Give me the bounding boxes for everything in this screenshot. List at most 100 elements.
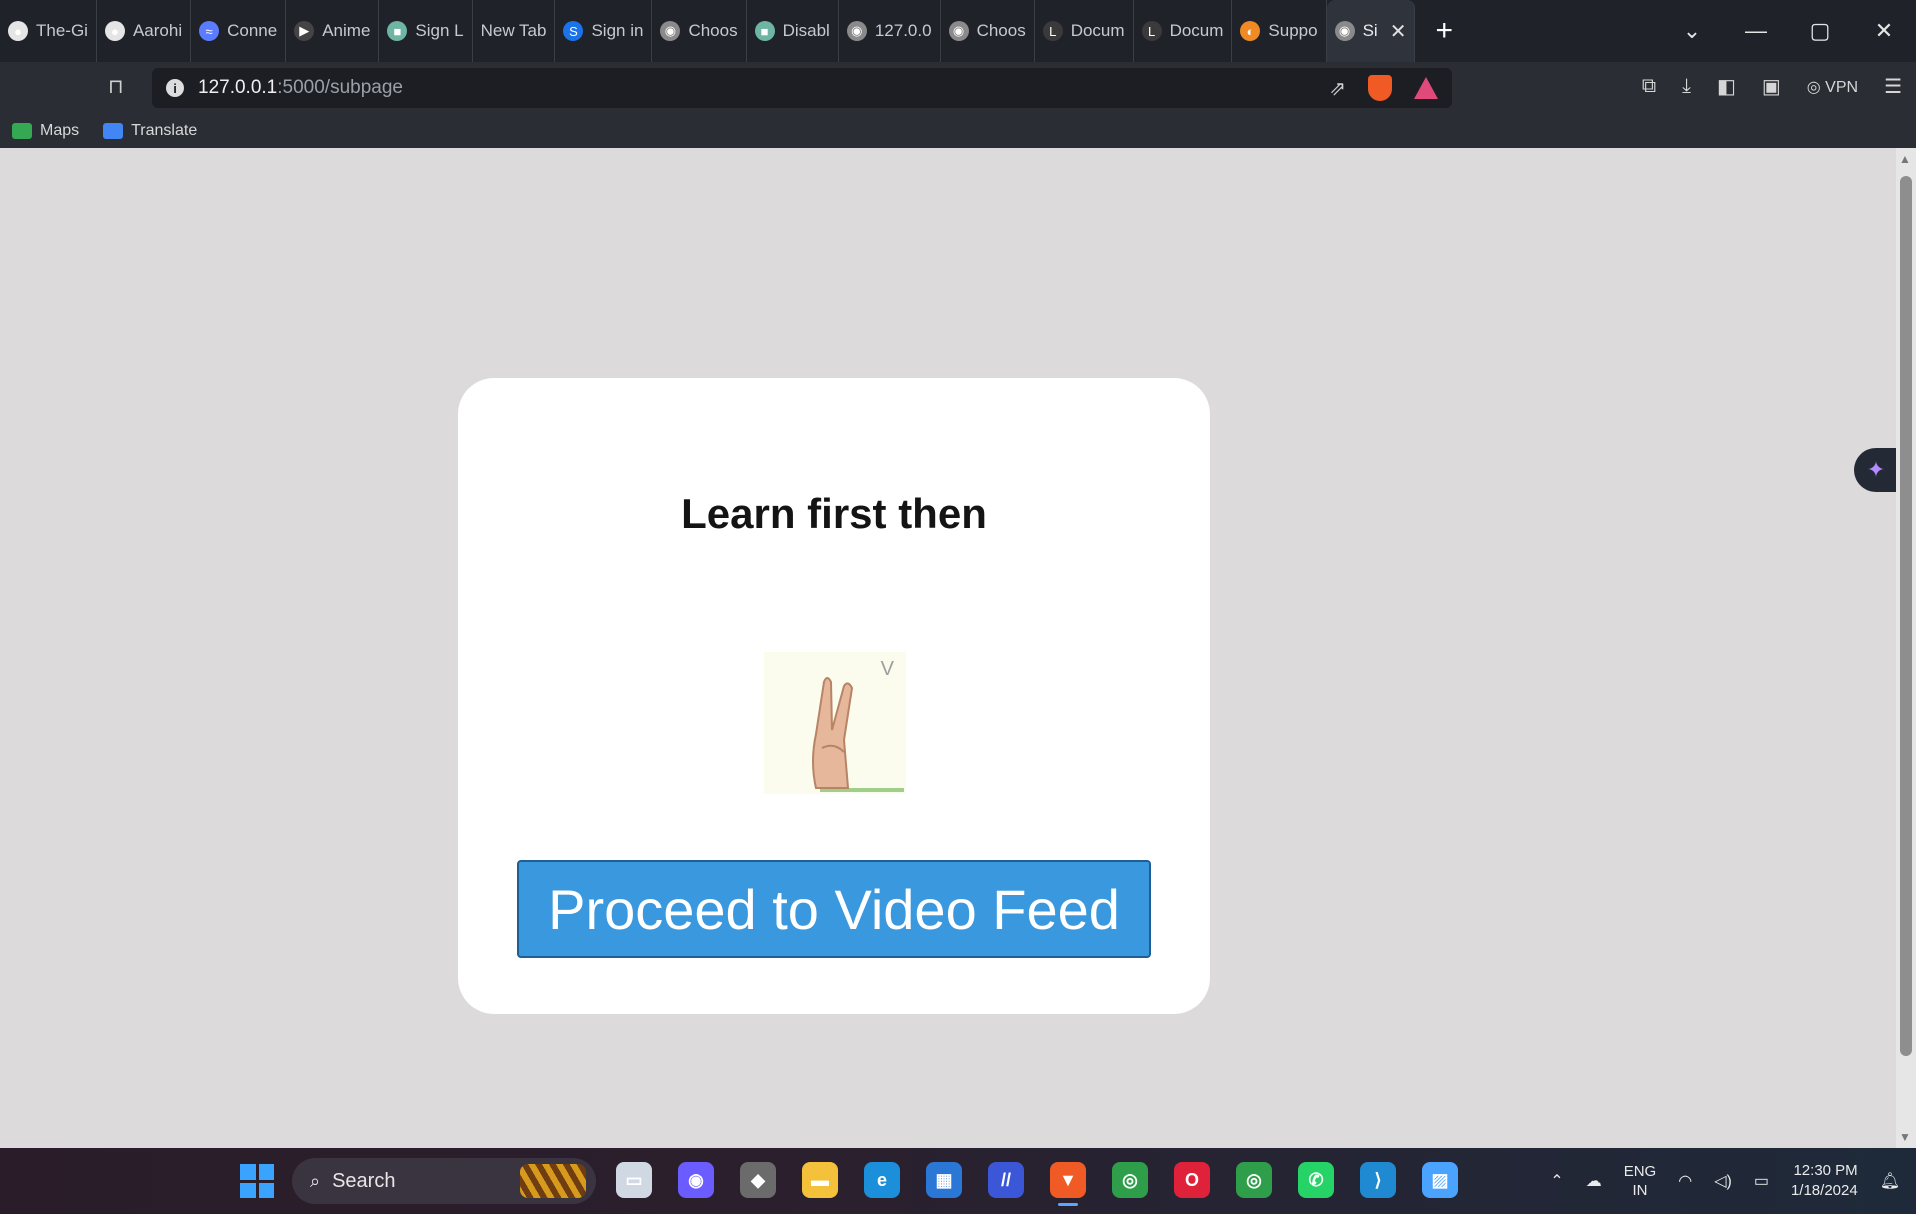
new-tab-button[interactable]: + bbox=[1415, 14, 1473, 48]
browser-tab[interactable]: ▶ Anime bbox=[286, 0, 380, 62]
bookmark-item[interactable]: Translate bbox=[103, 122, 197, 140]
tab-favicon-icon: ◉ bbox=[846, 21, 867, 41]
browser-toolbar: ⧉ ⤓ ◧ ▣ ◎ VPN ☰ bbox=[1642, 74, 1902, 99]
vpn-button[interactable]: ◎ VPN bbox=[1807, 77, 1858, 97]
sidebar-icon[interactable]: ◧ bbox=[1717, 74, 1736, 99]
show-hidden-icons[interactable]: ⌃ bbox=[1550, 1171, 1563, 1191]
browser-tab[interactable]: ◐ Suppo bbox=[1232, 0, 1327, 62]
tab-label: 127.0.0 bbox=[874, 21, 932, 40]
taskbar-app-chrome-icon[interactable]: ◎ bbox=[1112, 1162, 1148, 1198]
volume-icon[interactable]: ◁) bbox=[1714, 1171, 1732, 1191]
browser-tab[interactable]: L Docum bbox=[1035, 0, 1134, 62]
clock-date: 1/18/2024 bbox=[1790, 1182, 1858, 1199]
browser-tab[interactable]: ◉ Choos bbox=[652, 0, 747, 62]
tab-favicon-icon: ◉ bbox=[660, 21, 681, 41]
omnibox-actions: ⇗ bbox=[1329, 75, 1438, 101]
maximize-button[interactable]: ▢ bbox=[1788, 18, 1852, 44]
tab-label: Si bbox=[1362, 21, 1378, 40]
bookmarks-bar: Maps Translate bbox=[0, 114, 1916, 148]
tab-label: Anime bbox=[322, 21, 371, 40]
notification-bell-icon[interactable]: 🔔︎ bbox=[1880, 1171, 1900, 1191]
taskbar-search-label: Search bbox=[332, 1169, 396, 1192]
browser-tab-active[interactable]: ◉ Si ✕ bbox=[1326, 0, 1416, 62]
battery-icon[interactable]: ▭ bbox=[1754, 1171, 1769, 1191]
minimize-button[interactable]: — bbox=[1724, 18, 1788, 44]
start-button[interactable] bbox=[240, 1164, 274, 1198]
tab-favicon-icon: ▶ bbox=[294, 21, 315, 41]
brave-rewards-icon[interactable] bbox=[1414, 77, 1438, 99]
taskbar-app-chrome-profile-icon[interactable]: ◎ bbox=[1236, 1162, 1272, 1198]
tab-label: Sign in bbox=[591, 21, 644, 40]
browser-tab-bar: ● The-Gi ● Aarohi ≈ Conne ▶ Anime ■ Sign L New Tab… bbox=[0, 0, 1916, 62]
tab-label: Suppo bbox=[1268, 21, 1318, 40]
share-icon[interactable]: ⇗ bbox=[1329, 76, 1346, 101]
taskbar-app-app-blue-icon[interactable]: // bbox=[988, 1162, 1024, 1198]
wifi-icon[interactable]: ◠ bbox=[1678, 1171, 1692, 1191]
taskbar-app-edge-icon[interactable]: e bbox=[864, 1162, 900, 1198]
wallet-icon[interactable]: ▣ bbox=[1762, 74, 1781, 99]
taskbar-app-photos-icon[interactable]: ▨ bbox=[1422, 1162, 1458, 1198]
browser-tab[interactable]: ● Aarohi bbox=[97, 0, 192, 62]
browser-tab[interactable]: L Docum bbox=[1134, 0, 1233, 62]
scroll-up-icon[interactable]: ▲ bbox=[1899, 152, 1911, 166]
brave-shields-icon[interactable] bbox=[1368, 75, 1392, 101]
taskbar-search[interactable]: ⌕ Search bbox=[292, 1158, 596, 1204]
bookmark-label: Translate bbox=[131, 122, 198, 139]
sign-v-image: V bbox=[764, 652, 906, 794]
scroll-down-icon[interactable]: ▼ bbox=[1899, 1130, 1911, 1144]
browser-tab[interactable]: ■ Sign L bbox=[379, 0, 473, 62]
extensions-icon[interactable]: ⧉ bbox=[1642, 75, 1656, 98]
taskbar-app-meet-icon[interactable]: ◉ bbox=[678, 1162, 714, 1198]
tab-favicon-icon: ● bbox=[8, 21, 28, 41]
url-host: 127.0.0.1 bbox=[198, 77, 278, 98]
tab-label: New Tab bbox=[480, 21, 547, 40]
tab-favicon-icon: ◉ bbox=[1334, 21, 1355, 41]
taskbar-app-explorer-icon[interactable]: ▬ bbox=[802, 1162, 838, 1198]
tab-favicon-icon: L bbox=[1042, 21, 1063, 41]
tab-label: Aarohi bbox=[132, 21, 183, 40]
bookmark-icon[interactable]: ⊓ bbox=[108, 74, 124, 99]
tab-label: Choos bbox=[976, 21, 1026, 40]
taskbar-app-opera-icon[interactable]: O bbox=[1174, 1162, 1210, 1198]
windows-taskbar: ⌕ Search ▭ ◉ ◆ ▬ e ▦ // ▼ ◎ O ◎ ✆ ⟩ ▨ ⌃ ☁ ENG IN ◠ ◁)… bbox=[0, 1148, 1916, 1214]
browser-tab[interactable]: S Sign in bbox=[555, 0, 653, 62]
tab-label: Disabl bbox=[782, 21, 830, 40]
taskbar-app-brave-icon[interactable]: ▼ bbox=[1050, 1162, 1086, 1206]
tab-dropdown-icon[interactable]: ⌄ bbox=[1660, 18, 1724, 44]
search-icon: ⌕ bbox=[310, 1170, 321, 1191]
url-path: :5000/subpage bbox=[277, 77, 403, 98]
browser-tab[interactable]: ■ Disabl bbox=[747, 0, 839, 62]
taskbar-app-vscode-icon[interactable]: ⟩ bbox=[1360, 1162, 1396, 1198]
browser-tab[interactable]: ● The-Gi bbox=[0, 0, 97, 62]
browser-tab[interactable]: ◉ Choos bbox=[941, 0, 1035, 62]
ai-assistant-icon[interactable]: ✦ bbox=[1854, 448, 1898, 492]
site-info-icon[interactable]: i bbox=[166, 79, 184, 97]
tab-favicon-icon: L bbox=[1141, 21, 1162, 41]
taskbar-app-task-view-icon[interactable]: ▭ bbox=[616, 1162, 652, 1198]
onedrive-icon[interactable]: ☁ bbox=[1586, 1171, 1602, 1191]
taskbar-app-store-icon[interactable]: ▦ bbox=[926, 1162, 962, 1198]
tab-label: Sign L bbox=[415, 21, 464, 40]
page-viewport: Learn first then V Proceed to Video Feed bbox=[0, 148, 1896, 1148]
browser-tab[interactable]: ◉ 127.0.0 bbox=[839, 0, 941, 62]
menu-icon[interactable]: ☰ bbox=[1884, 74, 1902, 99]
clock[interactable]: 12:30 PM 1/18/2024 bbox=[1791, 1161, 1858, 1201]
taskbar-app-copilot-icon[interactable]: ◆ bbox=[740, 1162, 776, 1198]
taskbar-app-whatsapp-icon[interactable]: ✆ bbox=[1298, 1162, 1334, 1198]
address-bar: ⊓ i 127.0.0.1:5000/subpage ⇗ ⧉ ⤓ ◧ ▣ ◎ V… bbox=[0, 62, 1916, 114]
bookmark-item[interactable]: Maps bbox=[12, 122, 79, 140]
url-field[interactable]: i 127.0.0.1:5000/subpage ⇗ bbox=[152, 68, 1452, 108]
bookmark-label: Maps bbox=[40, 122, 80, 139]
close-window-button[interactable]: ✕ bbox=[1852, 18, 1916, 44]
downloads-icon[interactable]: ⤓ bbox=[1682, 75, 1691, 98]
language-region: IN bbox=[1632, 1182, 1648, 1199]
browser-tab[interactable]: ≈ Conne bbox=[191, 0, 287, 62]
page-scrollbar[interactable]: ▲ ▼ bbox=[1896, 148, 1916, 1148]
close-tab-icon[interactable]: ✕ bbox=[1390, 19, 1407, 44]
scroll-thumb[interactable] bbox=[1900, 176, 1912, 1056]
browser-tab[interactable]: New Tab bbox=[473, 0, 556, 62]
language-indicator[interactable]: ENG IN bbox=[1624, 1162, 1657, 1200]
tab-favicon-icon: ■ bbox=[387, 21, 408, 41]
tab-favicon-icon: ■ bbox=[754, 21, 775, 41]
proceed-to-video-feed-button[interactable]: Proceed to Video Feed bbox=[517, 860, 1151, 958]
